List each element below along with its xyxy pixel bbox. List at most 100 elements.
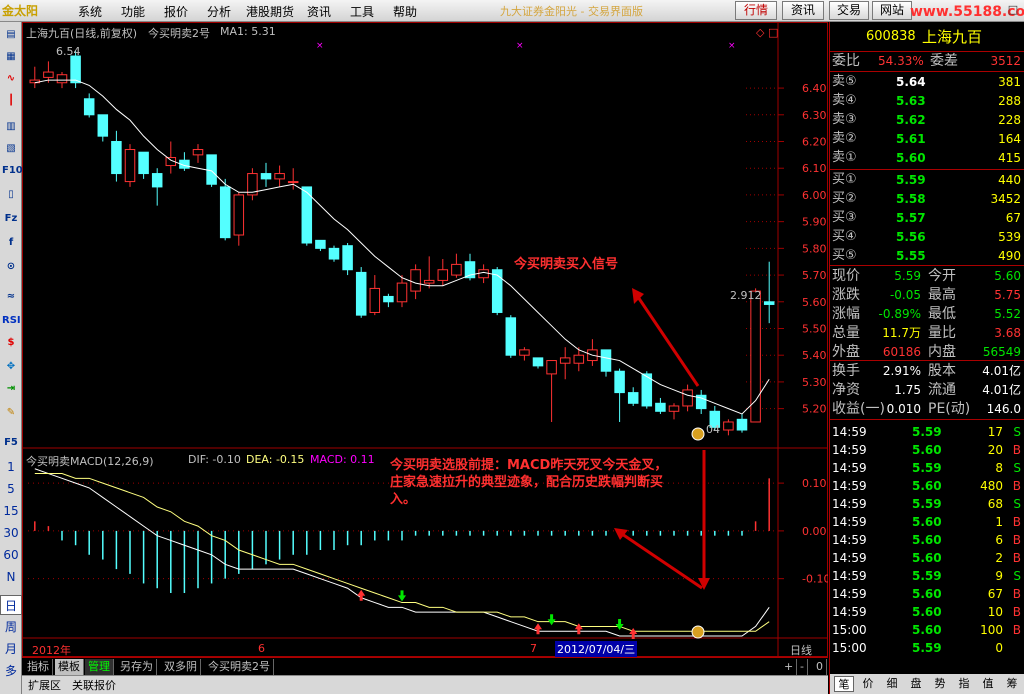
buy-signal-annotation: 今买明卖买入信号 <box>514 257 619 272</box>
f5-icon[interactable]: F5 <box>2 434 20 452</box>
wei-cha-value: 3512 <box>990 54 1021 68</box>
quote-tab[interactable]: 盘 <box>906 676 926 692</box>
formula-icon[interactable]: f <box>2 234 20 252</box>
report-icon[interactable]: ▧ <box>2 140 20 158</box>
website-button[interactable]: 网站 <box>872 1 912 20</box>
tick-volume: 10 <box>987 605 1003 619</box>
menu-hk-futures[interactable]: 港股期货 <box>246 3 294 20</box>
price-tick-label: 5.80 <box>802 242 827 255</box>
candle-down <box>355 271 367 316</box>
period-day[interactable]: 日 <box>0 595 22 615</box>
period-1[interactable]: 1 <box>0 457 22 477</box>
tick-time: 15:00 <box>832 641 867 655</box>
restore-icon[interactable]: □ <box>1006 3 1020 17</box>
quote-tab[interactable]: 值 <box>978 676 998 692</box>
period-week[interactable]: 周 <box>0 617 22 637</box>
line-chart-icon[interactable]: ∿ <box>2 70 20 88</box>
tab-shuang-duo-yin[interactable]: 双多阴 <box>161 659 201 675</box>
table-icon[interactable]: ▥ <box>2 118 20 136</box>
chart-area[interactable]: 6.40 6.30 6.20 6.10 6.00 5.90 5.80 5.70 5.60 5.50… <box>22 22 828 657</box>
fiz-icon[interactable]: Fz <box>2 210 20 228</box>
search-icon[interactable]: ⊙ <box>2 258 20 276</box>
tab-indicator[interactable]: 指标 <box>24 659 53 675</box>
doc-icon[interactable]: ▯ <box>2 186 20 204</box>
tick-side: B <box>1012 605 1021 619</box>
tab-manage[interactable]: 管理 <box>85 659 114 675</box>
menu-analysis[interactable]: 分析 <box>207 3 231 20</box>
period-60[interactable]: 60 <box>0 545 22 565</box>
quote-row: 卖⑤ 5.64 381 <box>830 73 1024 91</box>
candle-down <box>600 349 612 372</box>
menu-quote[interactable]: 报价 <box>164 3 188 20</box>
export-icon[interactable]: ⇥ <box>2 380 20 398</box>
period-30[interactable]: 30 <box>0 523 22 543</box>
trade-button[interactable]: 交易 <box>829 1 869 20</box>
quote-tab[interactable]: 势 <box>930 676 950 692</box>
period-5[interactable]: 5 <box>0 479 22 499</box>
stat-value: 3.68 <box>994 326 1021 340</box>
period-month[interactable]: 月 <box>0 639 22 659</box>
quote-tab[interactable]: 价 <box>858 676 878 692</box>
related-quote-button[interactable]: 关联报价 <box>72 677 116 694</box>
quote-row: 买③ 5.57 67 <box>830 209 1024 227</box>
grid-icon[interactable]: ▦ <box>2 48 20 66</box>
menu-help[interactable]: 帮助 <box>393 3 417 20</box>
quote-tab[interactable]: 指 <box>954 676 974 692</box>
period-15[interactable]: 15 <box>0 501 22 521</box>
last-price-label: 2.912 <box>730 289 762 302</box>
quote-row: 14:59 5.59 17 S <box>830 423 1024 441</box>
zoom-reset-button[interactable]: 0 <box>813 659 827 675</box>
ma-label: MA1: 5.31 <box>220 25 276 38</box>
zoom-out-button[interactable]: - <box>797 659 808 675</box>
menu-info[interactable]: 资讯 <box>307 3 331 20</box>
macd-tick-label: 0.10 <box>802 477 827 490</box>
tick-time: 14:59 <box>832 515 867 529</box>
ask-volume: 164 <box>998 132 1021 146</box>
bid-volume: 440 <box>998 173 1021 187</box>
sell-signal-arrow <box>398 590 406 602</box>
dollar-icon[interactable]: $ <box>2 334 20 352</box>
arrows-icon[interactable]: ✥ <box>2 358 20 376</box>
page-icon[interactable]: ▤ <box>2 26 20 44</box>
fund-value: 4.01亿 <box>982 364 1021 378</box>
quote-row: 卖② 5.61 164 <box>830 130 1024 148</box>
rsi-icon[interactable]: RSI <box>2 312 21 330</box>
wave-icon[interactable]: ≈ <box>2 288 20 306</box>
period-n[interactable]: N <box>0 567 22 587</box>
bid-label: 买⑤ <box>832 248 857 263</box>
quote-button[interactable]: 行情 <box>735 1 777 20</box>
candle-down <box>206 154 217 185</box>
menu-function[interactable]: 功能 <box>121 3 145 20</box>
f10-icon[interactable]: F10 <box>2 162 23 180</box>
sell-signal-arrow <box>615 619 624 630</box>
candle-down <box>627 392 639 404</box>
ask-price: 5.63 <box>896 94 926 108</box>
candle-down <box>260 173 272 180</box>
top-marker: × <box>728 41 736 51</box>
quote-tab[interactable]: 筹 <box>1002 676 1022 692</box>
stock-name: 上海九百 <box>922 28 983 46</box>
fund-value: 0.010 <box>886 402 921 416</box>
quote-tab[interactable]: 细 <box>882 676 902 692</box>
tick-price: 5.59 <box>912 497 942 511</box>
quote-tab[interactable]: 笔 <box>834 676 854 692</box>
kline-icon[interactable]: ┃ <box>2 92 20 110</box>
pencil-icon[interactable]: ✎ <box>2 404 20 422</box>
tab-template[interactable]: 模板 <box>55 659 84 675</box>
stat-label: 今开 <box>928 268 956 284</box>
period-multi[interactable]: 多 <box>0 661 22 681</box>
dif-label: DIF: -0.10 <box>188 453 241 466</box>
menu-system[interactable]: 系统 <box>78 3 102 20</box>
tick-price: 5.60 <box>912 623 942 637</box>
expand-area-button[interactable]: 扩展区 <box>28 677 61 694</box>
info-button[interactable]: 资讯 <box>782 1 824 20</box>
kline-chart[interactable]: 6.40 6.30 6.20 6.10 6.00 5.90 5.80 5.70 5.60 5.50… <box>22 22 828 657</box>
zoom-in-button[interactable]: + <box>781 659 798 675</box>
menu-tools[interactable]: 工具 <box>350 3 374 20</box>
quote-row: 14:59 5.60 6 B <box>830 531 1024 549</box>
tab-save-as[interactable]: 另存为 <box>117 659 157 675</box>
tab-formula[interactable]: 今买明卖2号 <box>205 659 274 675</box>
candle-up <box>287 181 299 184</box>
candle-up <box>559 357 571 364</box>
tick-side: B <box>1012 551 1021 565</box>
